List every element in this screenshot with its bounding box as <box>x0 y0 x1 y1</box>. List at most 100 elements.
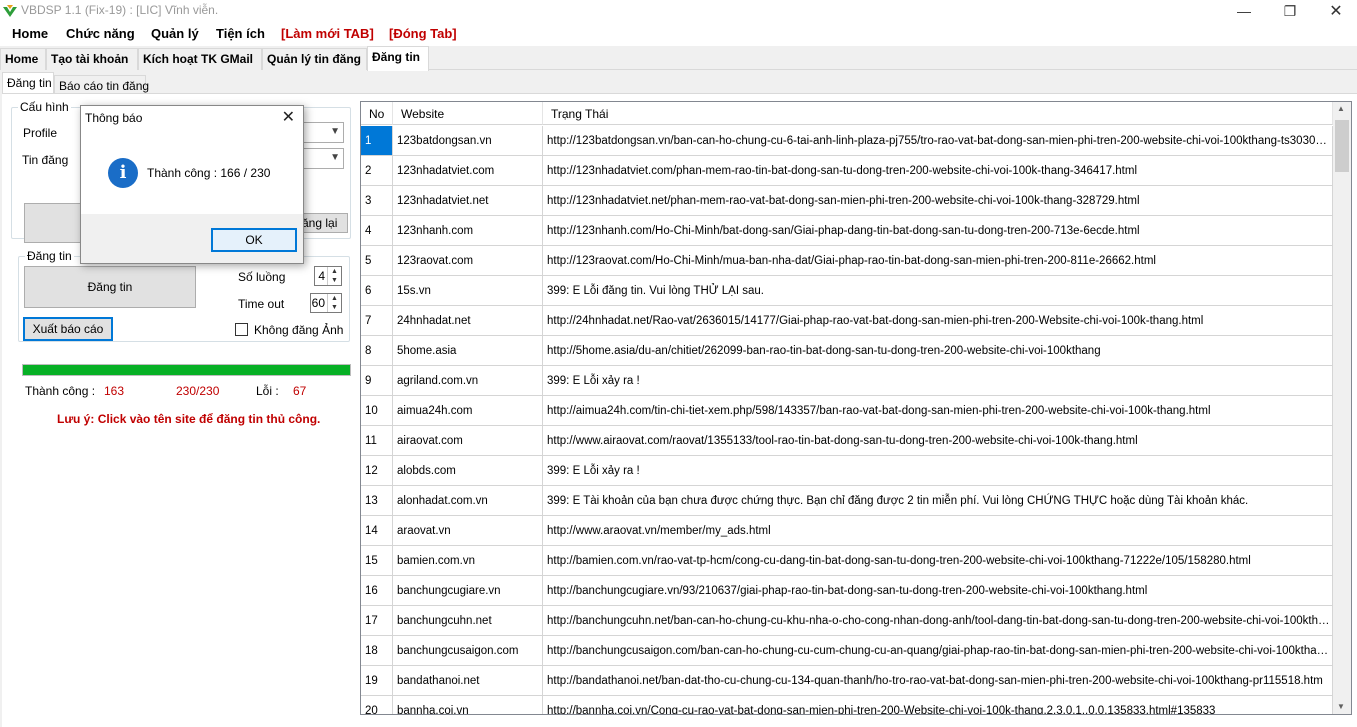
cell-website[interactable]: bandathanoi.net <box>393 666 543 696</box>
table-row[interactable]: 7 24hnhadat.net http://24hnhadat.net/Rao-v… <box>361 306 1333 336</box>
cell-status: 399: E Tài khoản của bạn chưa được chứng… <box>543 486 1333 516</box>
cell-no: 7 <box>361 306 393 336</box>
table-row[interactable]: 16 banchungcugiare.vn http://banchungcugia… <box>361 576 1333 606</box>
vertical-scrollbar[interactable]: ▲ ▼ <box>1333 102 1351 714</box>
post-button[interactable]: Đăng tin <box>24 266 196 308</box>
window-title: VBDSP 1.1 (Fix-19) : [LIC] Vĩnh viễn. <box>21 3 219 17</box>
progress-fill <box>23 365 350 375</box>
menu-home[interactable]: Home <box>12 26 48 41</box>
cell-website[interactable]: alonhadat.com.vn <box>393 486 543 516</box>
scroll-up-icon[interactable]: ▲ <box>1337 104 1345 113</box>
table-row[interactable]: 5 123raovat.com http://123raovat.com/Ho-Ch… <box>361 246 1333 276</box>
table-row[interactable]: 15 bamien.com.vn http://bamien.com.vn/rao-… <box>361 546 1333 576</box>
table-row[interactable]: 13 alonhadat.com.vn 399: E Tài khoản của b… <box>361 486 1333 516</box>
table-row[interactable]: 9 agriland.com.vn 399: E Lỗi xảy ra ! <box>361 366 1333 396</box>
timeout-value: 60 <box>311 296 325 310</box>
subtab-dang-tin[interactable]: Đăng tin <box>2 72 54 94</box>
cell-website[interactable]: 123nhadatviet.com <box>393 156 543 186</box>
cell-no: 10 <box>361 396 393 426</box>
cell-website[interactable]: 123nhanh.com <box>393 216 543 246</box>
cell-website[interactable]: 123raovat.com <box>393 246 543 276</box>
cell-website[interactable]: 24hnhadat.net <box>393 306 543 336</box>
menu-tien-ich[interactable]: Tiện ích <box>216 26 265 41</box>
quantity-label: Số luồng <box>238 270 286 284</box>
tab-tao-tai-khoan[interactable]: Tạo tài khoản <box>46 48 138 70</box>
error-label: Lỗi : <box>256 384 279 398</box>
table-row[interactable]: 12 alobds.com 399: E Lỗi xảy ra ! <box>361 456 1333 486</box>
cell-status: http://bannha.coi.vn/Cong-cu-rao-vat-bat… <box>543 696 1333 714</box>
table-row[interactable]: 6 15s.vn 399: E Lỗi đăng tin. Vui lòng THỬ… <box>361 276 1333 306</box>
cell-website[interactable]: agriland.com.vn <box>393 366 543 396</box>
quantity-stepper[interactable]: 4 ▲ ▼ <box>314 266 342 286</box>
cell-website[interactable]: alobds.com <box>393 456 543 486</box>
cell-website[interactable]: 123batdongsan.vn <box>393 126 543 156</box>
header-website[interactable]: Website <box>393 102 543 125</box>
table-row[interactable]: 11 airaovat.com http://www.airaovat.com/ra… <box>361 426 1333 456</box>
cell-no: 13 <box>361 486 393 516</box>
table-row[interactable]: 1 123batdongsan.vn http://123batdongsan.vn… <box>361 126 1333 156</box>
table-row[interactable]: 18 banchungcusaigon.com http://banchungcus… <box>361 636 1333 666</box>
table-row[interactable]: 20 bannha.coi.vn http://bannha.coi.vn/Cong… <box>361 696 1333 714</box>
timeout-stepper[interactable]: 60 ▲ ▼ <box>310 293 342 313</box>
cell-website[interactable]: banchungcugiare.vn <box>393 576 543 606</box>
dialog-message: Thành công : 166 / 230 <box>147 166 271 180</box>
spin-down-icon[interactable]: ▼ <box>327 303 341 312</box>
spin-up-icon[interactable]: ▲ <box>327 294 341 303</box>
minimize-icon[interactable]: — <box>1221 0 1267 22</box>
tab-dang-tin[interactable]: Đăng tin <box>367 46 429 71</box>
tab-home[interactable]: Home <box>0 48 46 70</box>
dialog-ok-button[interactable]: OK <box>211 228 297 252</box>
cell-website[interactable]: 5home.asia <box>393 336 543 366</box>
menu-close-tab[interactable]: [Đóng Tab] <box>389 26 457 41</box>
table-row[interactable]: 10 aimua24h.com http://aimua24h.com/tin-ch… <box>361 396 1333 426</box>
export-report-button[interactable]: Xuất báo cáo <box>23 317 113 341</box>
cell-website[interactable]: airaovat.com <box>393 426 543 456</box>
table-row[interactable]: 14 araovat.vn http://www.araovat.vn/member… <box>361 516 1333 546</box>
cell-website[interactable]: bamien.com.vn <box>393 546 543 576</box>
menu-quan-ly[interactable]: Quản lý <box>151 26 199 41</box>
profile-select[interactable]: ▼ <box>302 122 344 143</box>
spin-down-icon[interactable]: ▼ <box>327 276 341 285</box>
tin-dang-select[interactable]: ▼ <box>302 148 344 169</box>
scroll-down-icon[interactable]: ▼ <box>1337 702 1345 711</box>
table-row[interactable]: 19 bandathanoi.net http://bandathanoi.net/… <box>361 666 1333 696</box>
dialog-title: Thông báo <box>85 111 143 125</box>
cell-website[interactable]: araovat.vn <box>393 516 543 546</box>
header-status[interactable]: Trạng Thái <box>543 102 1333 125</box>
menu-refresh-tab[interactable]: [Làm mới TAB] <box>281 26 374 41</box>
repost-button[interactable]: ăng lại <box>298 213 348 233</box>
subtab-bao-cao-tin-dang[interactable]: Báo cáo tin đăng <box>54 75 149 95</box>
scroll-thumb[interactable] <box>1335 120 1349 172</box>
table-row[interactable]: 2 123nhadatviet.com http://123nhadatviet.c… <box>361 156 1333 186</box>
cell-website[interactable]: 123nhadatviet.net <box>393 186 543 216</box>
table-row[interactable]: 4 123nhanh.com http://123nhanh.com/Ho-Chi-… <box>361 216 1333 246</box>
menu-bar: Home Chức năng Quản lý Tiện ích [Làm mới… <box>0 22 1357 46</box>
timeout-label: Time out <box>238 297 285 311</box>
cell-status: http://123nhanh.com/Ho-Chi-Minh/bat-dong… <box>543 216 1333 246</box>
menu-chuc-nang[interactable]: Chức năng <box>66 26 135 41</box>
tab-quan-ly-tin-dang[interactable]: Quản lý tin đăng <box>262 48 367 70</box>
cell-website[interactable]: 15s.vn <box>393 276 543 306</box>
cell-status: http://aimua24h.com/tin-chi-tiet-xem.php… <box>543 396 1333 426</box>
cell-no: 15 <box>361 546 393 576</box>
table-row[interactable]: 3 123nhadatviet.net http://123nhadatviet.n… <box>361 186 1333 216</box>
maximize-icon[interactable]: ❐ <box>1267 0 1313 22</box>
table-row[interactable]: 8 5home.asia http://5home.asia/du-an/chiti… <box>361 336 1333 366</box>
table-row[interactable]: 17 banchungcuhn.net http://banchungcuhn.ne… <box>361 606 1333 636</box>
cell-status: http://123batdongsan.vn/ban-can-ho-chung… <box>543 126 1333 156</box>
profile-label: Profile <box>23 126 58 140</box>
cell-website[interactable]: banchungcuhn.net <box>393 606 543 636</box>
cell-website[interactable]: aimua24h.com <box>393 396 543 426</box>
no-image-checkbox[interactable] <box>235 323 248 336</box>
spin-up-icon[interactable]: ▲ <box>327 267 341 276</box>
success-count: 163 <box>104 384 125 398</box>
cell-website[interactable]: bannha.coi.vn <box>393 696 543 714</box>
header-no[interactable]: No <box>361 102 393 125</box>
cell-status: http://www.airaovat.com/raovat/1355133/t… <box>543 426 1333 456</box>
dialog-close-icon[interactable]: ✕ <box>282 107 295 127</box>
results-grid[interactable]: No Website Trạng Thái 1 123batdongsan.vn h… <box>360 101 1352 715</box>
tab-kich-hoat-gmail[interactable]: Kích hoạt TK GMail <box>138 48 262 70</box>
cell-website[interactable]: banchungcusaigon.com <box>393 636 543 666</box>
close-icon[interactable]: ✕ <box>1313 0 1357 22</box>
cell-status: http://123nhadatviet.com/phan-mem-rao-ti… <box>543 156 1333 186</box>
